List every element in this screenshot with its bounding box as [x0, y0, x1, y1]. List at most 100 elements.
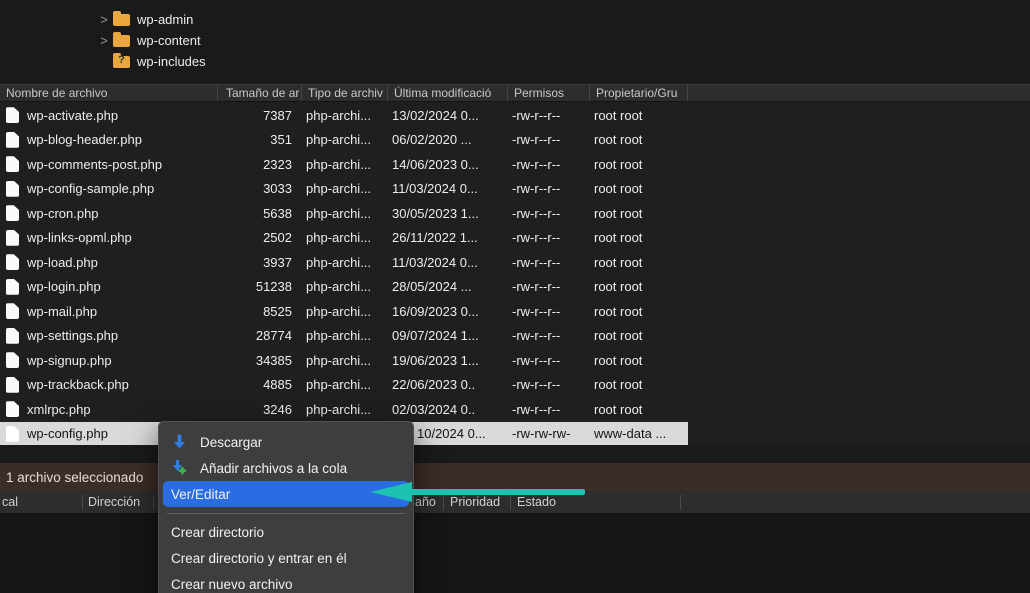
file-name-cell: wp-links-opml.php	[0, 230, 218, 246]
file-name: wp-trackback.php	[27, 377, 129, 392]
file-size: 351	[218, 132, 302, 147]
file-list-rows: wp-activate.php7387php-archi...13/02/202…	[0, 103, 1030, 446]
menu-item-label: Crear nuevo archivo	[171, 577, 293, 592]
file-icon	[6, 377, 19, 393]
file-permissions: -rw-r--r--	[508, 206, 590, 221]
menu-item[interactable]: Crear directorio y entrar en él	[163, 545, 409, 571]
file-name: xmlrpc.php	[27, 402, 91, 417]
file-row[interactable]: wp-trackback.php4885php-archi...22/06/20…	[0, 373, 688, 398]
file-permissions: -rw-r--r--	[508, 402, 590, 417]
file-owner: root root	[590, 206, 688, 221]
file-row[interactable]: wp-links-opml.php2502php-archi...26/11/2…	[0, 226, 688, 251]
ftp-client-window: > wp-admin > wp-content wp-includes Nomb…	[0, 0, 1030, 593]
menu-item[interactable]: Crear nuevo archivo	[163, 571, 409, 593]
file-permissions: -rw-r--r--	[508, 353, 590, 368]
file-size: 51238	[218, 279, 302, 294]
file-size: 8525	[218, 304, 302, 319]
file-permissions: -rw-r--r--	[508, 181, 590, 196]
file-name-cell: wp-cron.php	[0, 205, 218, 221]
tree-row-wp-includes[interactable]: wp-includes	[0, 51, 1030, 71]
file-row[interactable]: wp-config-sample.php3033php-archi...11/0…	[0, 177, 688, 202]
file-type: php-archi...	[302, 206, 388, 221]
file-permissions: -rw-r--r--	[508, 230, 590, 245]
column-header-size[interactable]: Tamaño de ar	[218, 85, 302, 101]
file-row[interactable]: wp-comments-post.php2323php-archi...14/0…	[0, 152, 688, 177]
file-name-cell: wp-trackback.php	[0, 377, 218, 393]
queue-column-direction[interactable]: Dirección	[88, 495, 140, 509]
download-icon	[171, 434, 188, 450]
file-row[interactable]: wp-mail.php8525php-archi...16/09/2023 0.…	[0, 299, 688, 324]
menu-separator	[167, 513, 405, 514]
file-owner: www-data ...	[590, 426, 688, 441]
file-modified: 19/06/2023 1...	[388, 353, 508, 368]
file-icon	[6, 328, 19, 344]
tree-item-label: wp-admin	[137, 12, 193, 27]
column-divider	[82, 495, 83, 510]
file-size: 34385	[218, 353, 302, 368]
tree-row-selected-partial[interactable]	[0, 0, 1030, 8]
file-icon	[6, 107, 19, 123]
file-owner: root root	[590, 304, 688, 319]
file-name-cell: wp-config-sample.php	[0, 181, 218, 197]
file-name: wp-links-opml.php	[27, 230, 132, 245]
folder-icon	[113, 14, 130, 26]
tree-item-label: wp-content	[137, 33, 201, 48]
file-row[interactable]: wp-load.php3937php-archi...11/03/2024 0.…	[0, 250, 688, 275]
file-icon	[6, 426, 19, 442]
file-owner: root root	[590, 181, 688, 196]
file-owner: root root	[590, 108, 688, 123]
file-type: php-archi...	[302, 328, 388, 343]
file-owner: root root	[590, 377, 688, 392]
file-type: php-archi...	[302, 230, 388, 245]
file-name-cell: wp-load.php	[0, 254, 218, 270]
file-name: wp-load.php	[27, 255, 98, 270]
file-permissions: -rw-rw-rw-	[508, 426, 590, 441]
chevron-right-icon[interactable]: >	[98, 12, 110, 27]
file-name-cell: wp-signup.php	[0, 352, 218, 368]
column-header-type[interactable]: Tipo de archiv	[302, 85, 388, 101]
file-modified: 06/02/2020 ...	[388, 132, 508, 147]
file-row[interactable]: wp-cron.php5638php-archi...30/05/2023 1.…	[0, 201, 688, 226]
file-modified: 22/06/2023 0..	[388, 377, 508, 392]
file-type: php-archi...	[302, 157, 388, 172]
annotation-arrow-icon	[368, 479, 588, 505]
file-row[interactable]: wp-settings.php28774php-archi...09/07/20…	[0, 324, 688, 349]
column-header-modified[interactable]: Última modificació	[388, 85, 508, 101]
file-row[interactable]: xmlrpc.php3246php-archi...02/03/2024 0..…	[0, 397, 688, 422]
file-type: php-archi...	[302, 377, 388, 392]
menu-item[interactable]: Descargar	[163, 429, 409, 455]
file-icon	[6, 352, 19, 368]
menu-item[interactable]: Añadir archivos a la cola	[163, 455, 409, 481]
file-owner: root root	[590, 157, 688, 172]
file-type: php-archi...	[302, 255, 388, 270]
folder-icon	[113, 35, 130, 47]
file-row[interactable]: wp-login.php51238php-archi...28/05/2024 …	[0, 275, 688, 300]
menu-item[interactable]: Crear directorio	[163, 519, 409, 545]
tree-row-wp-content[interactable]: > wp-content	[0, 30, 1030, 50]
file-name: wp-cron.php	[27, 206, 99, 221]
file-size: 28774	[218, 328, 302, 343]
file-type: php-archi...	[302, 304, 388, 319]
file-list-header: Nombre de archivo Tamaño de ar Tipo de a…	[0, 84, 1030, 102]
transfer-queue-pane	[0, 514, 1030, 593]
file-type: php-archi...	[302, 181, 388, 196]
tree-row-wp-admin[interactable]: > wp-admin	[0, 9, 1030, 29]
file-size: 7387	[218, 108, 302, 123]
file-name: wp-mail.php	[27, 304, 97, 319]
file-name-cell: wp-settings.php	[0, 328, 218, 344]
column-header-owner[interactable]: Propietario/Gru	[590, 85, 688, 101]
file-row[interactable]: wp-blog-header.php351php-archi...06/02/2…	[0, 128, 688, 153]
file-icon	[6, 303, 19, 319]
file-size: 5638	[218, 206, 302, 221]
column-header-name[interactable]: Nombre de archivo	[0, 85, 218, 101]
file-icon	[6, 181, 19, 197]
column-header-permissions[interactable]: Permisos	[508, 85, 590, 101]
chevron-right-icon[interactable]: >	[98, 33, 110, 48]
file-row[interactable]: wp-activate.php7387php-archi...13/02/202…	[0, 103, 688, 128]
file-permissions: -rw-r--r--	[508, 279, 590, 294]
file-type: php-archi...	[302, 353, 388, 368]
file-modified: 14/06/2023 0...	[388, 157, 508, 172]
file-row[interactable]: wp-signup.php34385php-archi...19/06/2023…	[0, 348, 688, 373]
queue-column-local[interactable]: cal	[2, 495, 18, 509]
file-owner: root root	[590, 328, 688, 343]
